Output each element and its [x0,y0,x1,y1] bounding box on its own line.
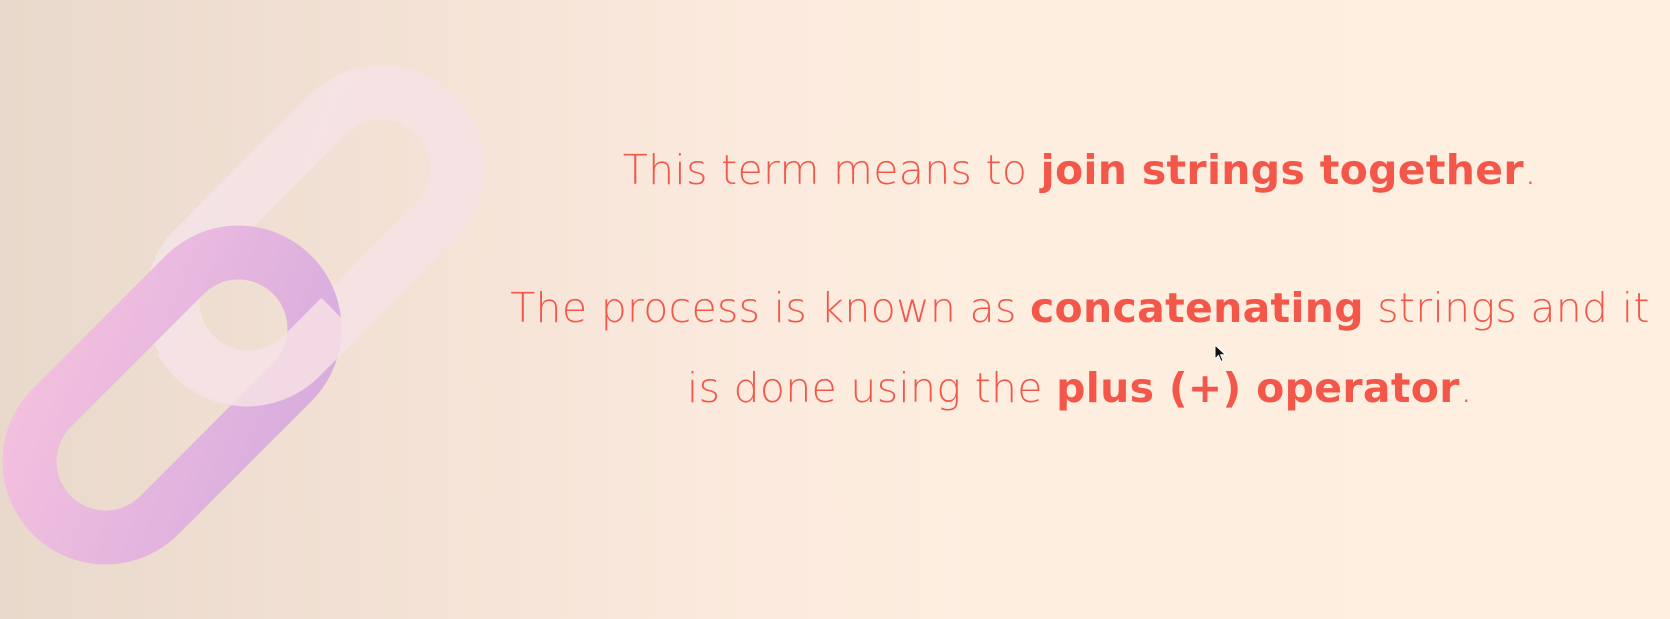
definition-line: This term means to join strings together… [500,130,1660,210]
chain-link-icon [2,65,485,565]
process-paragraph: The process is known as concatenating st… [500,268,1660,428]
process-line-2-suffix: . [1459,364,1474,412]
process-line-1: The process is known as concatenating st… [500,268,1660,348]
process-line-1-emphasis: concatenating [1029,284,1364,332]
process-line-2-emphasis: plus (+) operator [1056,364,1460,412]
chain-link-front [2,225,342,565]
process-line-1-prefix: The process is known as [510,284,1030,332]
definition-suffix: . [1523,146,1538,194]
mouse-pointer-icon [1214,344,1227,363]
process-line-2: is done using the plus (+) operator. [500,348,1660,428]
process-line-1-suffix: strings and it [1363,284,1650,332]
definition-prefix: This term means to [622,146,1041,194]
definition-emphasis: join strings together [1040,146,1524,194]
process-line-2-prefix: is done using the [686,364,1057,412]
slide: This term means to join strings together… [0,0,1670,619]
slide-text: This term means to join strings together… [500,130,1660,428]
